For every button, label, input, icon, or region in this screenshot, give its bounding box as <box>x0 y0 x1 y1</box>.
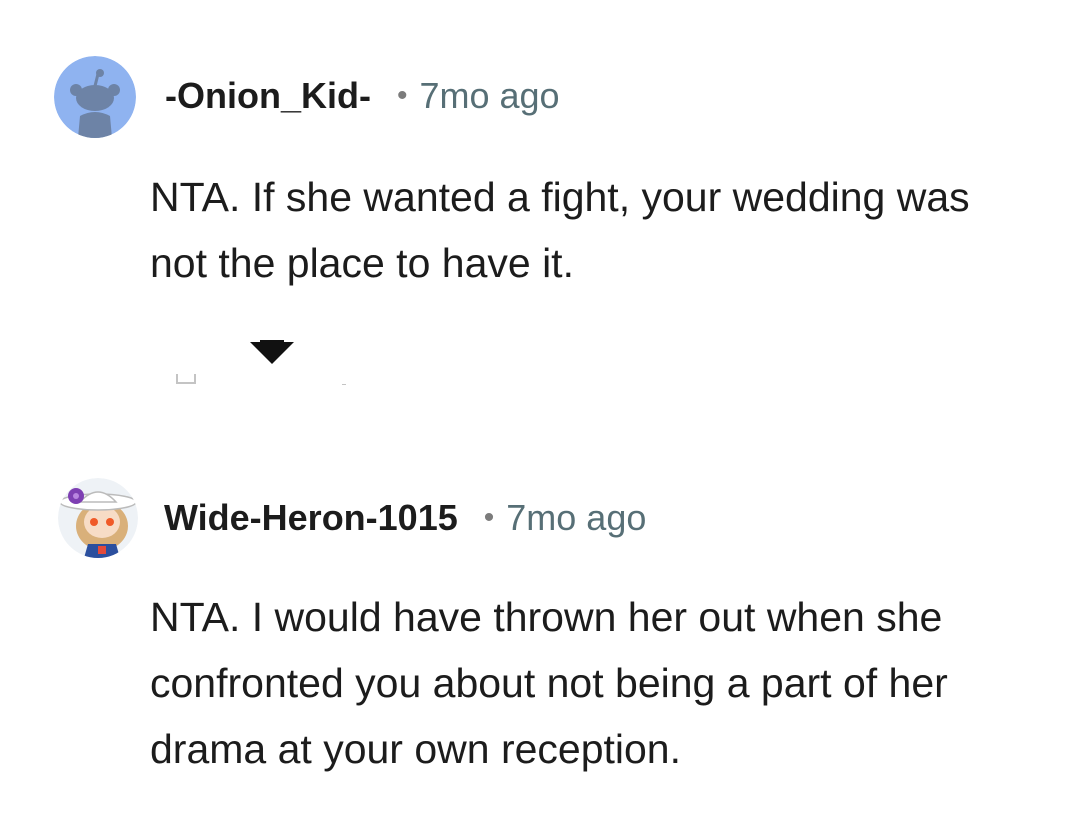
more-options-icon[interactable] <box>342 384 346 385</box>
avatar[interactable] <box>54 56 136 138</box>
separator-dot: • <box>483 501 495 534</box>
reply-icon[interactable] <box>176 374 196 384</box>
comment-body: NTA. If she wanted a fight, your wedding… <box>150 174 970 286</box>
comment-meta: -Onion_Kid- • 7mo ago <box>165 74 560 118</box>
custom-avatar-icon <box>58 478 138 558</box>
comment-meta: Wide-Heron-1015 • 7mo ago <box>164 496 646 540</box>
avatar[interactable] <box>58 478 138 558</box>
separator-dot: • <box>396 79 408 112</box>
username-link[interactable]: Wide-Heron-1015 <box>164 496 458 540</box>
timestamp: 7mo ago <box>419 75 560 116</box>
snoo-avatar-icon <box>54 56 136 138</box>
downvote-icon[interactable] <box>248 336 296 366</box>
comment-body: NTA. I would have thrown her out when sh… <box>150 594 948 772</box>
timestamp: 7mo ago <box>506 497 647 538</box>
username-link[interactable]: -Onion_Kid- <box>165 74 371 118</box>
